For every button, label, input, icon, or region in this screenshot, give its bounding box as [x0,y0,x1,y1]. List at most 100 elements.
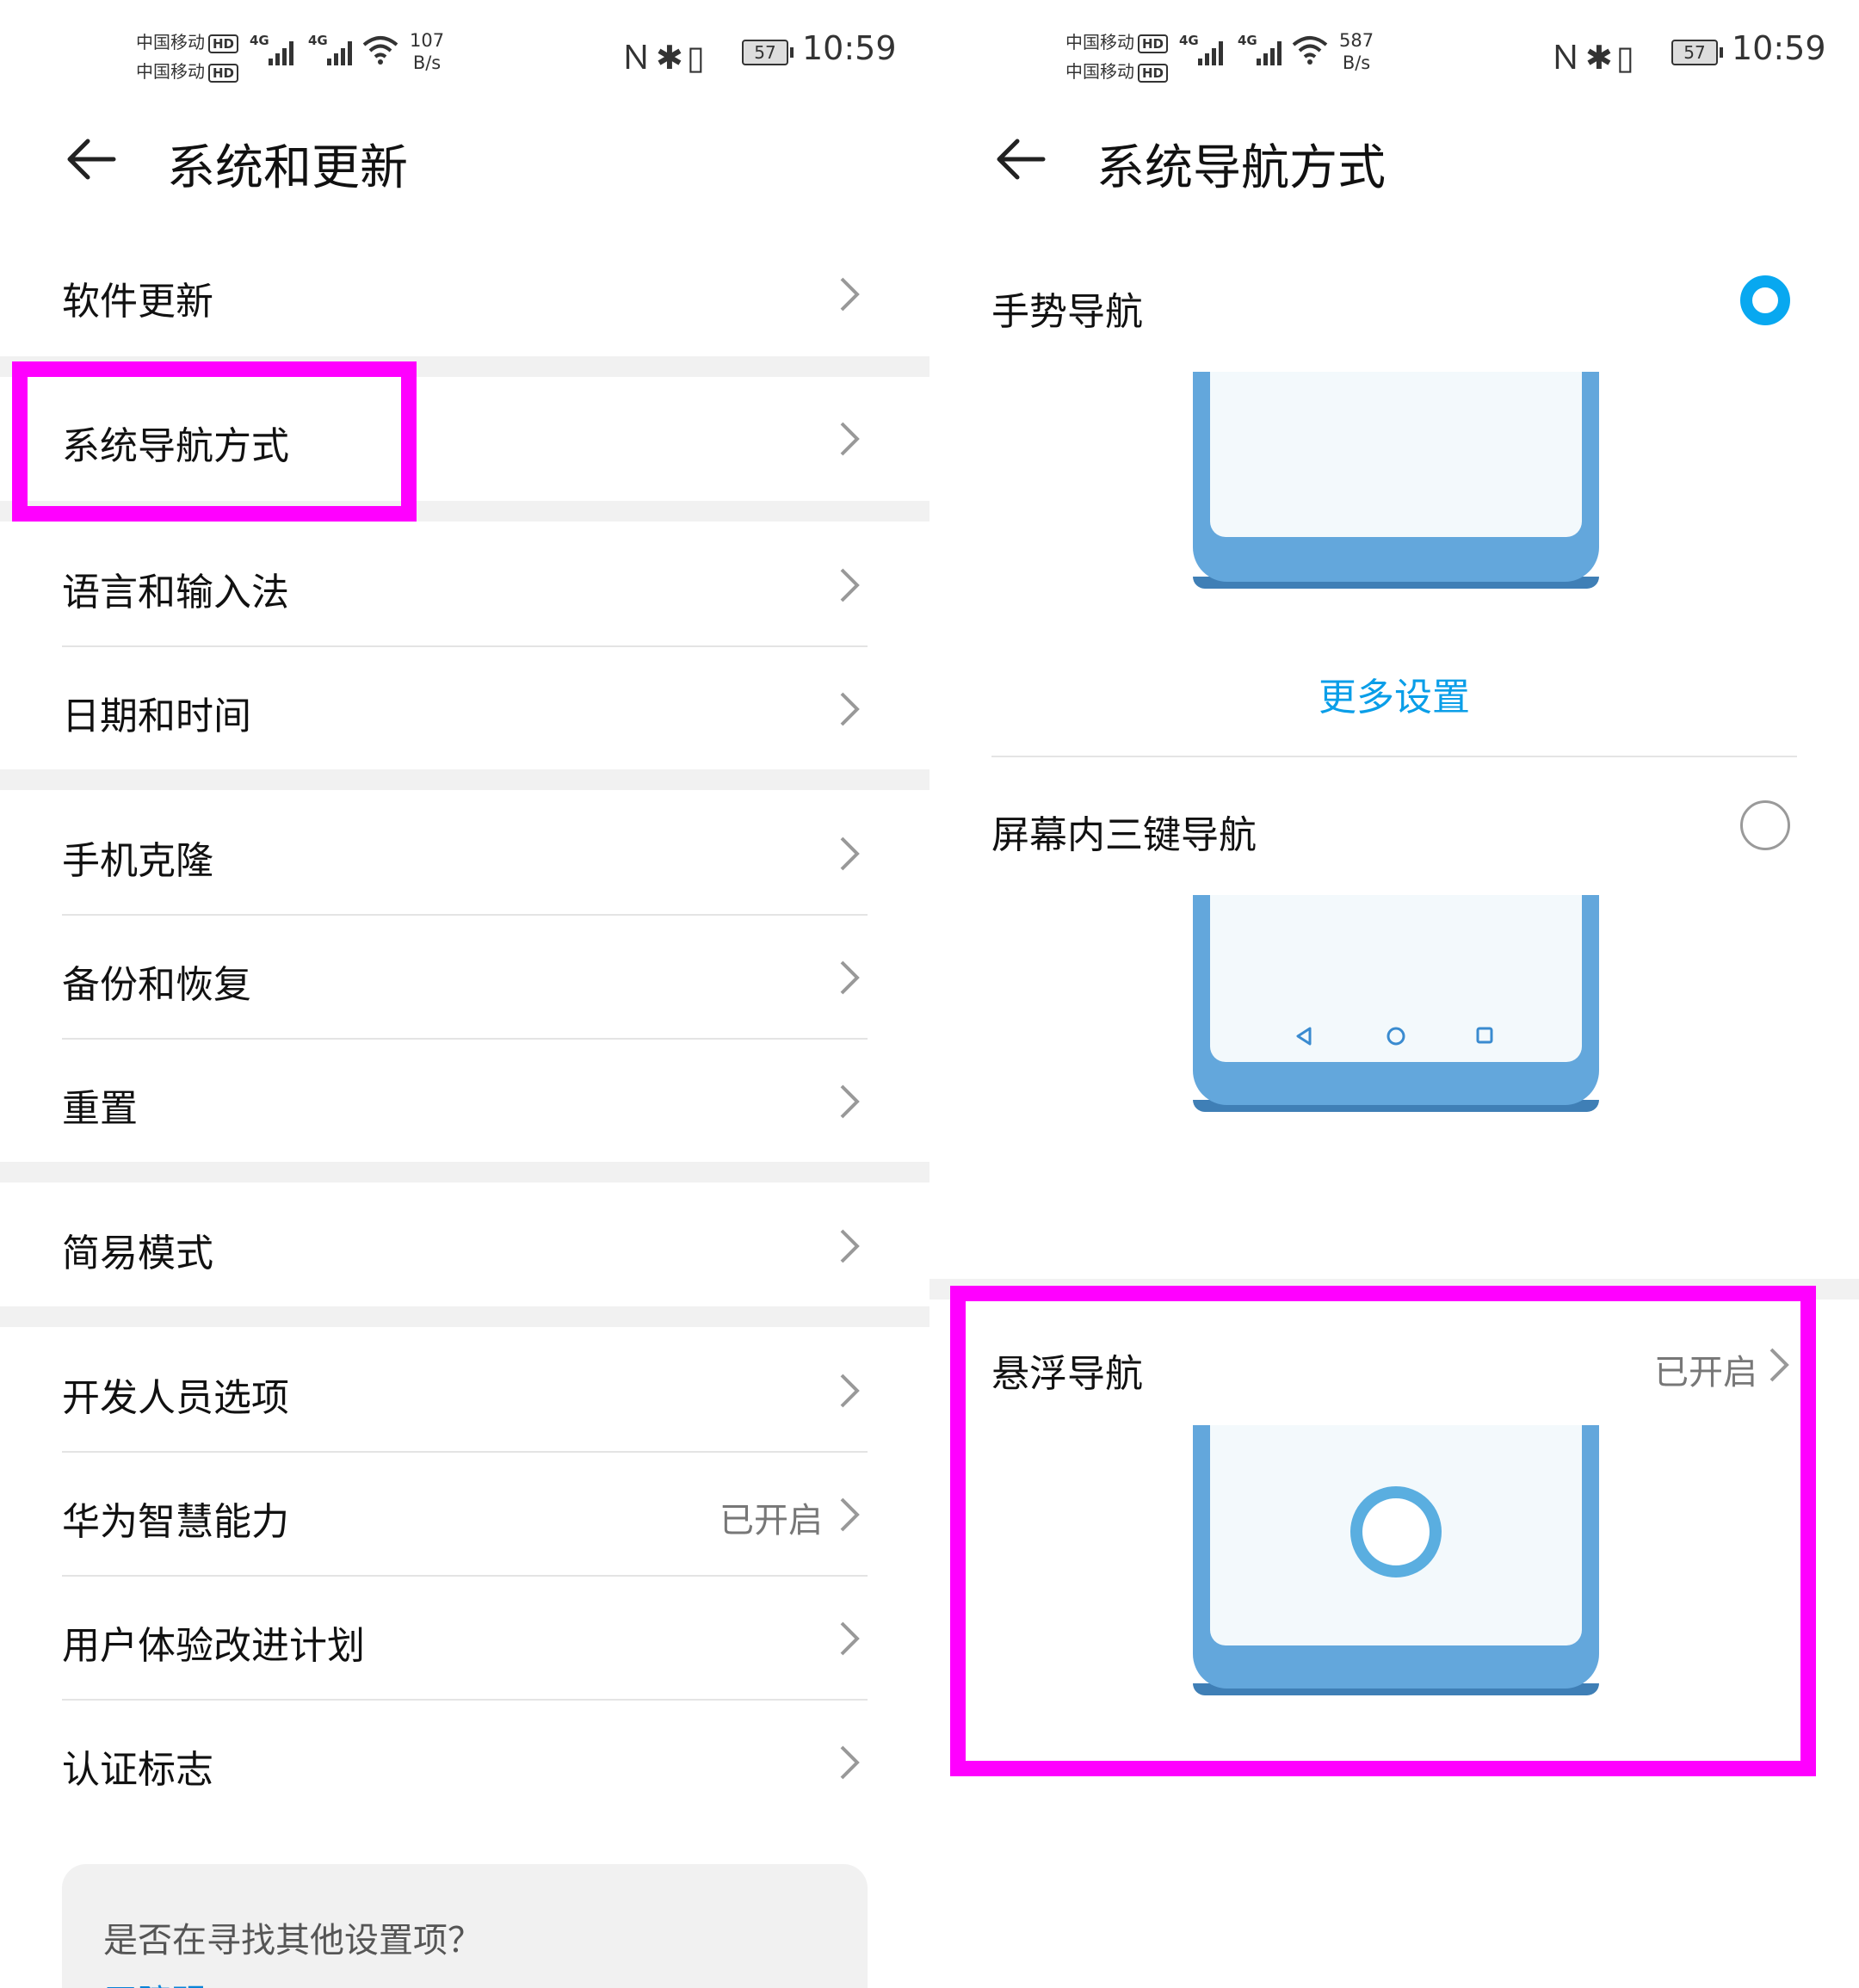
setting-label: 认证标志 [62,1748,213,1792]
more-settings-link[interactable]: 更多设置 [930,666,1859,721]
status-bar: 中国移动 HD 中国移动 HD 4G 4G 587 B/s Ｎ✱▯ 57 10:59 [930,0,1859,95]
section-gap [0,769,930,790]
divider [991,756,1797,757]
signal-icon [327,38,360,65]
chevron-right-icon [840,1084,860,1119]
network-speed: 107 B/s [410,29,444,74]
carrier-1: 中国移动 [1065,32,1134,52]
clock: 10:59 [802,29,897,67]
section-gap [0,1162,930,1182]
chevron-right-icon [840,1374,860,1408]
setting-developer-options[interactable]: 开发人员选项 [0,1327,930,1451]
setting-label: 语言和输入法 [62,571,289,614]
setting-user-experience[interactable]: 用户体验改进计划 [0,1577,930,1699]
carrier-2: 中国移动 [136,61,205,82]
navigation-mode-panel: 中国移动 HD 中国移动 HD 4G 4G 587 B/s Ｎ✱▯ 57 10:59… [930,0,1859,1988]
page-title: 系统导航方式 [1096,140,1386,196]
nfc-icon: Ｎ [1549,39,1586,77]
three-key-phone-illustration [1193,895,1599,1112]
chevron-right-icon [840,568,860,602]
highlight-box [12,361,417,522]
setting-certification[interactable]: 认证标志 [0,1701,930,1823]
speed-value: 107 [410,30,445,51]
setting-software-update[interactable]: 软件更新 [0,232,930,356]
setting-label: 简易模式 [62,1232,213,1275]
hd-badge: HD [208,63,239,83]
vibrate-icon: ▯ [686,39,708,77]
status-icons: Ｎ✱▯ [620,31,708,78]
setting-backup-restore[interactable]: 备份和恢复 [0,916,930,1038]
setting-phone-clone[interactable]: 手机克隆 [0,790,930,914]
setting-label: 软件更新 [62,280,213,324]
back-triangle-icon [1296,1027,1312,1046]
setting-value: 已开启 [720,1501,823,1540]
section-gap [0,1306,930,1327]
network-type: 4G [1179,33,1199,48]
network-type: 4G [250,33,269,48]
chevron-right-icon [840,960,860,995]
hd-badge: HD [208,34,239,53]
network-type: 4G [1238,33,1257,48]
status-bar: 中国移动 HD 中国移动 HD 4G 4G 107 B/s Ｎ✱▯ 57 10:59 [0,0,930,95]
speed-value: 587 [1339,30,1374,51]
radio-unselected[interactable] [1740,800,1790,850]
wifi-icon [1292,36,1328,65]
carrier-info: 中国移动 HD 中国移动 HD [136,28,239,86]
page-header: 系统和更新 [0,103,930,215]
back-arrow-icon[interactable] [65,138,117,181]
speed-unit: B/s [412,52,442,73]
setting-label: 日期和时间 [62,695,251,738]
hd-badge: HD [1138,63,1169,83]
setting-simple-mode[interactable]: 简易模式 [0,1182,930,1306]
speed-unit: B/s [1342,52,1371,73]
clock: 10:59 [1732,29,1826,67]
network-speed: 587 B/s [1339,29,1374,74]
carrier-2: 中国移动 [1065,61,1134,82]
setting-language-input[interactable]: 语言和输入法 [0,522,930,645]
home-circle-icon [1387,1027,1405,1046]
signal-icon [269,38,301,65]
suggestion-card: 是否在寻找其他设置项？ 无障碍 [62,1864,868,1988]
vibrate-icon: ▯ [1615,39,1638,77]
setting-label: 华为智慧能力 [62,1500,289,1544]
setting-label: 备份和恢复 [62,963,251,1007]
bluetooth-icon: ✱ [656,39,687,77]
chevron-right-icon [840,692,860,726]
signal-icon [1257,38,1289,65]
suggestion-link[interactable]: 无障碍 [103,1974,207,1988]
nfc-icon: Ｎ [620,39,657,77]
wifi-icon [362,36,398,65]
chevron-right-icon [840,837,860,871]
chevron-right-icon [840,422,860,456]
setting-huawei-smart[interactable]: 华为智慧能力 已开启 [0,1453,930,1575]
chevron-right-icon [840,277,860,312]
setting-date-time[interactable]: 日期和时间 [0,647,930,769]
back-arrow-icon[interactable] [995,138,1047,181]
option-label: 屏幕内三键导航 [991,813,1257,857]
network-type: 4G [308,33,328,48]
battery-icon: 57 [1671,40,1723,65]
bluetooth-icon: ✱ [1585,39,1616,77]
radio-selected[interactable] [1740,275,1790,325]
setting-label: 用户体验改进计划 [62,1624,365,1668]
page-header: 系统导航方式 [930,103,1859,215]
chevron-right-icon [840,1621,860,1656]
carrier-info: 中国移动 HD 中国移动 HD [1065,28,1169,86]
chevron-right-icon [840,1497,860,1532]
status-icons: Ｎ✱▯ [1549,31,1638,78]
setting-label: 重置 [62,1087,138,1131]
signal-icon [1198,38,1231,65]
setting-label: 开发人员选项 [62,1376,289,1420]
carrier-1: 中国移动 [136,32,205,52]
battery-icon: 57 [742,40,794,65]
chevron-right-icon [840,1229,860,1263]
option-label: 手势导航 [991,290,1143,334]
suggestion-question: 是否在寻找其他设置项？ [103,1921,482,1960]
gesture-phone-illustration [1193,372,1599,589]
page-title: 系统和更新 [167,140,408,196]
settings-system-panel: 中国移动 HD 中国移动 HD 4G 4G 107 B/s Ｎ✱▯ 57 10:59… [0,0,930,1988]
recents-square-icon [1476,1027,1493,1044]
setting-reset[interactable]: 重置 [0,1040,930,1162]
hd-badge: HD [1138,34,1169,53]
highlight-box [950,1286,1816,1776]
